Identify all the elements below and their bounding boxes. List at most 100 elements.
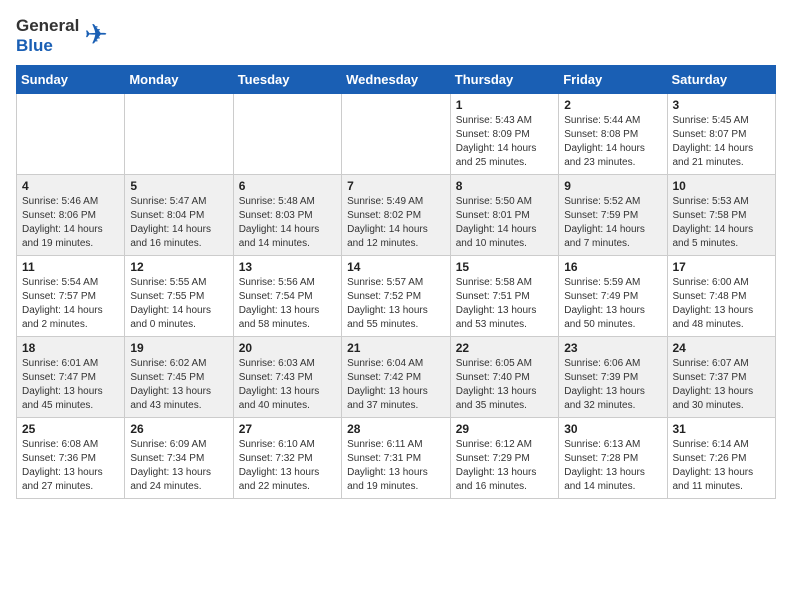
calendar-cell: 15 Sunrise: 5:58 AM Sunset: 7:51 PM Dayli…: [450, 255, 558, 336]
day-number: 22: [456, 341, 553, 355]
day-number: 21: [347, 341, 445, 355]
weekday-header-wednesday: Wednesday: [342, 65, 451, 93]
day-info: Sunrise: 5:58 AM Sunset: 7:51 PM Dayligh…: [456, 276, 553, 332]
calendar-header-row: SundayMondayTuesdayWednesdayThursdayFrid…: [17, 65, 776, 93]
calendar-week-row: 18Sunrise: 6:01 AM Sunset: 7:47 PM Dayli…: [17, 336, 776, 417]
day-number: 29: [456, 422, 553, 436]
day-number: 13: [239, 260, 336, 274]
day-info: Sunrise: 6:10 AM Sunset: 7:32 PM Dayligh…: [239, 438, 336, 494]
calendar-week-row: 1 Sunrise: 5:43 AM Sunset: 8:09 PM Daylig…: [17, 93, 776, 174]
day-info: Sunrise: 6:04 AM Sunset: 7:42 PM Dayligh…: [347, 357, 445, 413]
day-number: 5: [130, 179, 227, 193]
calendar-week-row: 4Sunrise: 5:46 AM Sunset: 8:06 PM Daylig…: [17, 174, 776, 255]
weekday-header-saturday: Saturday: [667, 65, 776, 93]
calendar-cell: 24Sunrise: 6:07 AM Sunset: 7:37 PM Dayli…: [667, 336, 776, 417]
day-number: 10: [673, 179, 771, 193]
calendar-cell: 31 Sunrise: 6:14 AM Sunset: 7:26 PM Dayli…: [667, 417, 776, 498]
calendar-cell: 1 Sunrise: 5:43 AM Sunset: 8:09 PM Daylig…: [450, 93, 558, 174]
day-number: 1: [456, 98, 553, 112]
calendar-cell: 17Sunrise: 6:00 AM Sunset: 7:48 PM Dayli…: [667, 255, 776, 336]
calendar-cell: 27 Sunrise: 6:10 AM Sunset: 7:32 PM Dayli…: [233, 417, 341, 498]
day-number: 31: [673, 422, 771, 436]
weekday-header-thursday: Thursday: [450, 65, 558, 93]
day-info: Sunrise: 5:43 AM Sunset: 8:09 PM Dayligh…: [456, 114, 553, 170]
calendar-cell: 28 Sunrise: 6:11 AM Sunset: 7:31 PM Dayli…: [342, 417, 451, 498]
day-number: 18: [22, 341, 119, 355]
calendar-cell: 14 Sunrise: 5:57 AM Sunset: 7:52 PM Dayli…: [342, 255, 451, 336]
logo-bird-icon: ✈: [84, 18, 107, 51]
day-info: Sunrise: 5:45 AM Sunset: 8:07 PM Dayligh…: [673, 114, 771, 170]
calendar-cell: 21 Sunrise: 6:04 AM Sunset: 7:42 PM Dayli…: [342, 336, 451, 417]
day-number: 15: [456, 260, 553, 274]
day-number: 14: [347, 260, 445, 274]
day-number: 27: [239, 422, 336, 436]
day-number: 26: [130, 422, 227, 436]
weekday-header-tuesday: Tuesday: [233, 65, 341, 93]
day-number: 16: [564, 260, 661, 274]
day-number: 12: [130, 260, 227, 274]
calendar-cell: 22 Sunrise: 6:05 AM Sunset: 7:40 PM Dayli…: [450, 336, 558, 417]
calendar-week-row: 11 Sunrise: 5:54 AM Sunset: 7:57 PM Dayli…: [17, 255, 776, 336]
calendar-cell: 20Sunrise: 6:03 AM Sunset: 7:43 PM Dayli…: [233, 336, 341, 417]
calendar-week-row: 25 Sunrise: 6:08 AM Sunset: 7:36 PM Dayli…: [17, 417, 776, 498]
calendar-cell: 11 Sunrise: 5:54 AM Sunset: 7:57 PM Dayli…: [17, 255, 125, 336]
day-info: Sunrise: 5:56 AM Sunset: 7:54 PM Dayligh…: [239, 276, 336, 332]
day-info: Sunrise: 5:49 AM Sunset: 8:02 PM Dayligh…: [347, 195, 445, 251]
day-info: Sunrise: 5:52 AM Sunset: 7:59 PM Dayligh…: [564, 195, 661, 251]
calendar-cell: 19 Sunrise: 6:02 AM Sunset: 7:45 PM Dayli…: [125, 336, 233, 417]
day-number: 11: [22, 260, 119, 274]
calendar-cell: [125, 93, 233, 174]
calendar-cell: 29 Sunrise: 6:12 AM Sunset: 7:29 PM Dayli…: [450, 417, 558, 498]
day-info: Sunrise: 6:09 AM Sunset: 7:34 PM Dayligh…: [130, 438, 227, 494]
day-info: Sunrise: 6:13 AM Sunset: 7:28 PM Dayligh…: [564, 438, 661, 494]
day-info: Sunrise: 6:06 AM Sunset: 7:39 PM Dayligh…: [564, 357, 661, 413]
calendar-cell: 23 Sunrise: 6:06 AM Sunset: 7:39 PM Dayli…: [559, 336, 667, 417]
calendar-cell: [17, 93, 125, 174]
calendar-cell: 10Sunrise: 5:53 AM Sunset: 7:58 PM Dayli…: [667, 174, 776, 255]
day-info: Sunrise: 6:08 AM Sunset: 7:36 PM Dayligh…: [22, 438, 119, 494]
day-info: Sunrise: 6:07 AM Sunset: 7:37 PM Dayligh…: [673, 357, 771, 413]
day-info: Sunrise: 6:03 AM Sunset: 7:43 PM Dayligh…: [239, 357, 336, 413]
day-number: 28: [347, 422, 445, 436]
day-number: 3: [673, 98, 771, 112]
day-info: Sunrise: 6:14 AM Sunset: 7:26 PM Dayligh…: [673, 438, 771, 494]
calendar-cell: [233, 93, 341, 174]
calendar-cell: 26 Sunrise: 6:09 AM Sunset: 7:34 PM Dayli…: [125, 417, 233, 498]
day-number: 30: [564, 422, 661, 436]
calendar-cell: 5 Sunrise: 5:47 AM Sunset: 8:04 PM Daylig…: [125, 174, 233, 255]
calendar-cell: 16 Sunrise: 5:59 AM Sunset: 7:49 PM Dayli…: [559, 255, 667, 336]
day-info: Sunrise: 5:54 AM Sunset: 7:57 PM Dayligh…: [22, 276, 119, 332]
calendar-cell: 4Sunrise: 5:46 AM Sunset: 8:06 PM Daylig…: [17, 174, 125, 255]
page-header: General Blue ✈: [16, 16, 776, 57]
day-number: 7: [347, 179, 445, 193]
calendar-cell: 18Sunrise: 6:01 AM Sunset: 7:47 PM Dayli…: [17, 336, 125, 417]
calendar-cell: 2 Sunrise: 5:44 AM Sunset: 8:08 PM Daylig…: [559, 93, 667, 174]
calendar-cell: 12 Sunrise: 5:55 AM Sunset: 7:55 PM Dayli…: [125, 255, 233, 336]
day-info: Sunrise: 5:47 AM Sunset: 8:04 PM Dayligh…: [130, 195, 227, 251]
calendar-cell: [342, 93, 451, 174]
day-info: Sunrise: 6:12 AM Sunset: 7:29 PM Dayligh…: [456, 438, 553, 494]
day-number: 19: [130, 341, 227, 355]
day-info: Sunrise: 5:55 AM Sunset: 7:55 PM Dayligh…: [130, 276, 227, 332]
calendar-cell: 25 Sunrise: 6:08 AM Sunset: 7:36 PM Dayli…: [17, 417, 125, 498]
day-number: 8: [456, 179, 553, 193]
day-info: Sunrise: 5:59 AM Sunset: 7:49 PM Dayligh…: [564, 276, 661, 332]
calendar-cell: 13 Sunrise: 5:56 AM Sunset: 7:54 PM Dayli…: [233, 255, 341, 336]
logo: General Blue ✈: [16, 16, 108, 57]
day-number: 6: [239, 179, 336, 193]
calendar-cell: 30 Sunrise: 6:13 AM Sunset: 7:28 PM Dayli…: [559, 417, 667, 498]
day-info: Sunrise: 6:02 AM Sunset: 7:45 PM Dayligh…: [130, 357, 227, 413]
day-info: Sunrise: 5:57 AM Sunset: 7:52 PM Dayligh…: [347, 276, 445, 332]
calendar-cell: 7 Sunrise: 5:49 AM Sunset: 8:02 PM Daylig…: [342, 174, 451, 255]
day-info: Sunrise: 5:50 AM Sunset: 8:01 PM Dayligh…: [456, 195, 553, 251]
day-number: 2: [564, 98, 661, 112]
calendar-table: SundayMondayTuesdayWednesdayThursdayFrid…: [16, 65, 776, 499]
day-info: Sunrise: 5:44 AM Sunset: 8:08 PM Dayligh…: [564, 114, 661, 170]
day-info: Sunrise: 6:05 AM Sunset: 7:40 PM Dayligh…: [456, 357, 553, 413]
day-info: Sunrise: 5:48 AM Sunset: 8:03 PM Dayligh…: [239, 195, 336, 251]
day-info: Sunrise: 5:46 AM Sunset: 8:06 PM Dayligh…: [22, 195, 119, 251]
day-number: 25: [22, 422, 119, 436]
day-info: Sunrise: 6:11 AM Sunset: 7:31 PM Dayligh…: [347, 438, 445, 494]
day-info: Sunrise: 6:00 AM Sunset: 7:48 PM Dayligh…: [673, 276, 771, 332]
day-number: 23: [564, 341, 661, 355]
